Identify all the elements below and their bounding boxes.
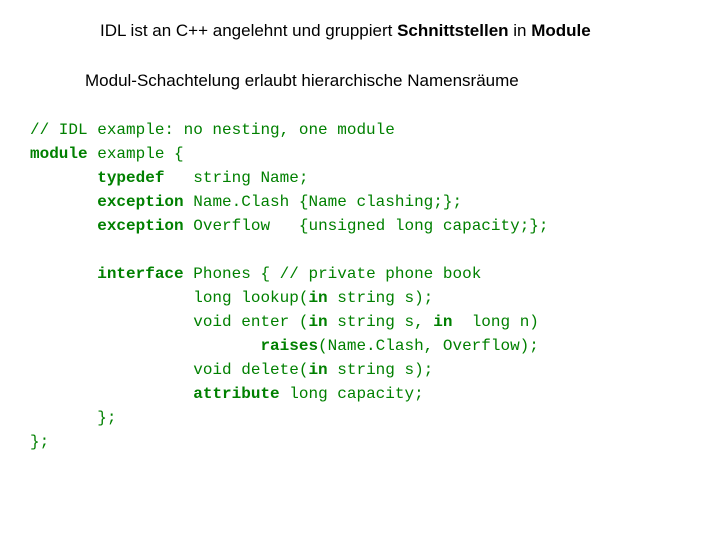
code-text: string s); <box>328 361 434 379</box>
code-text: Overflow {unsigned long capacity;}; <box>184 217 549 235</box>
subheading: Modul-Schachtelung erlaubt hierarchische… <box>85 70 690 92</box>
kw-typedef: typedef <box>97 169 164 187</box>
code-text: long n) <box>452 313 538 331</box>
heading-bold-2: Module <box>531 21 591 40</box>
code-line-close: }; <box>30 409 116 427</box>
code-text: string s, <box>328 313 434 331</box>
code-pad <box>30 169 97 187</box>
kw-interface: interface <box>97 265 183 283</box>
kw-raises: raises <box>260 337 318 355</box>
code-text: long lookup( <box>30 289 308 307</box>
code-text: Phones { // private phone book <box>184 265 482 283</box>
code-text: (Name.Clash, Overflow); <box>318 337 539 355</box>
heading-bold-1: Schnittstellen <box>397 21 508 40</box>
kw-in: in <box>308 361 327 379</box>
kw-in: in <box>308 289 327 307</box>
code-line-1: // IDL example: no nesting, one module <box>30 121 395 139</box>
kw-in: in <box>433 313 452 331</box>
code-text: example { <box>88 145 184 163</box>
code-pad <box>30 265 97 283</box>
code-text: long capacity; <box>280 385 424 403</box>
code-text: string s); <box>328 289 434 307</box>
code-text: Name.Clash {Name clashing;}; <box>184 193 462 211</box>
code-pad <box>30 385 193 403</box>
kw-attribute: attribute <box>193 385 279 403</box>
kw-exception: exception <box>97 217 183 235</box>
code-text: void delete( <box>30 361 308 379</box>
code-pad <box>30 337 260 355</box>
code-text: string Name; <box>164 169 308 187</box>
heading-text-1: IDL ist an C++ angelehnt und gruppiert <box>100 21 397 40</box>
heading-text-2: in <box>509 21 532 40</box>
code-block: // IDL example: no nesting, one module m… <box>30 118 690 454</box>
kw-exception: exception <box>97 193 183 211</box>
code-pad <box>30 193 97 211</box>
code-pad <box>30 217 97 235</box>
code-line-end: }; <box>30 433 49 451</box>
heading-line-1: IDL ist an C++ angelehnt und gruppiert S… <box>100 20 690 42</box>
code-text: void enter ( <box>30 313 308 331</box>
kw-in: in <box>308 313 327 331</box>
kw-module: module <box>30 145 88 163</box>
